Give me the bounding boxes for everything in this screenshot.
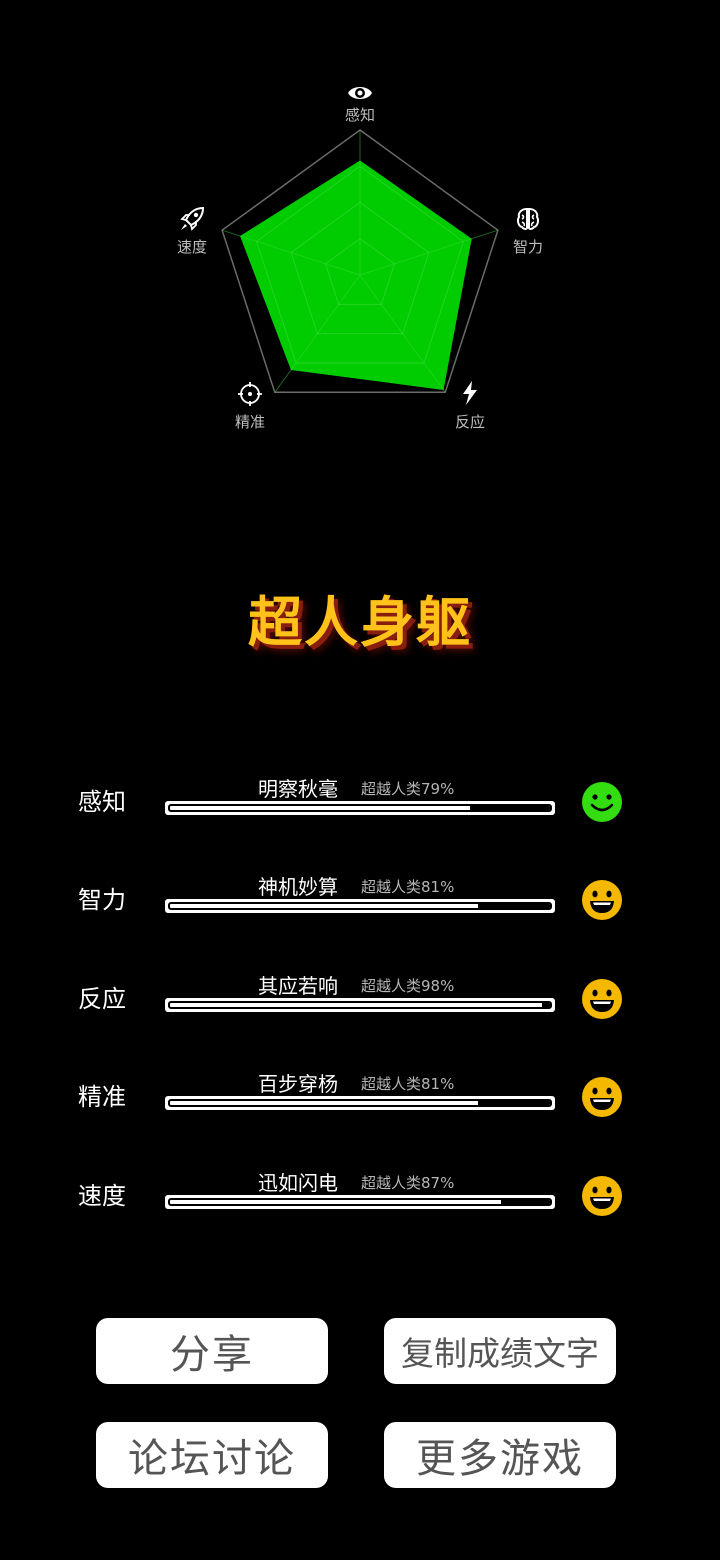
stat-label: 精准 (78, 1083, 126, 1111)
progress-bar-fill (477, 1101, 550, 1105)
stat-percent: 超越人类87% (361, 1174, 455, 1192)
axis-label-intelligence: 智力 (512, 238, 543, 256)
brain-icon (517, 207, 539, 230)
progress-bar-fill (477, 904, 550, 908)
stat-label: 感知 (78, 788, 126, 816)
stat-grade: 百步穿杨 (258, 1072, 338, 1096)
crosshair-icon (238, 382, 262, 406)
axis-label-reaction: 反应 (454, 413, 485, 431)
stat-grade: 其应若响 (258, 974, 338, 998)
stat-row: 反应 其应若响 超越人类98% (0, 965, 720, 1025)
stat-grade: 神机妙算 (258, 875, 338, 899)
stat-label: 智力 (78, 886, 126, 914)
progress-bar-fill (470, 806, 550, 810)
copy-result-button[interactable]: 复制成绩文字 (384, 1318, 616, 1384)
axis-label-precision: 精准 (234, 413, 265, 431)
progress-bar-fill (542, 1003, 550, 1007)
stat-row: 精准 百步穿杨 超越人类81% (0, 1063, 720, 1123)
progress-bar (165, 801, 555, 815)
axis-label-perception: 感知 (344, 106, 375, 124)
progress-bar (165, 1096, 555, 1110)
progress-bar (165, 998, 555, 1012)
eye-icon (348, 87, 372, 99)
rocket-icon (180, 206, 205, 231)
progress-bar-fill (500, 1200, 550, 1204)
stat-grade: 明察秋毫 (258, 777, 338, 801)
radar-chart (221, 129, 499, 394)
grin-face-icon (582, 1077, 622, 1117)
grin-face-icon (582, 979, 622, 1019)
grin-face-icon (582, 1176, 622, 1216)
stat-percent: 超越人类79% (361, 780, 455, 798)
stat-row: 智力 神机妙算 超越人类81% (0, 866, 720, 926)
smile-face-icon (582, 782, 622, 822)
lightning-icon (463, 381, 477, 405)
stat-percent: 超越人类98% (361, 977, 455, 995)
share-button[interactable]: 分享 (96, 1318, 328, 1384)
stat-row: 速度 迅如闪电 超越人类87% (0, 1162, 720, 1222)
stat-row: 感知 明察秋毫 超越人类79% (0, 768, 720, 828)
progress-bar (165, 899, 555, 913)
stat-label: 反应 (78, 985, 126, 1013)
stat-label: 速度 (78, 1182, 126, 1210)
progress-bar (165, 1195, 555, 1209)
stat-percent: 超越人类81% (361, 1075, 455, 1093)
stat-grade: 迅如闪电 (258, 1171, 338, 1195)
forum-button[interactable]: 论坛讨论 (96, 1422, 328, 1488)
more-games-button[interactable]: 更多游戏 (384, 1422, 616, 1488)
axis-label-speed: 速度 (176, 238, 207, 256)
stat-percent: 超越人类81% (361, 878, 455, 896)
result-title: 超人身躯 (248, 591, 472, 654)
grin-face-icon (582, 880, 622, 920)
